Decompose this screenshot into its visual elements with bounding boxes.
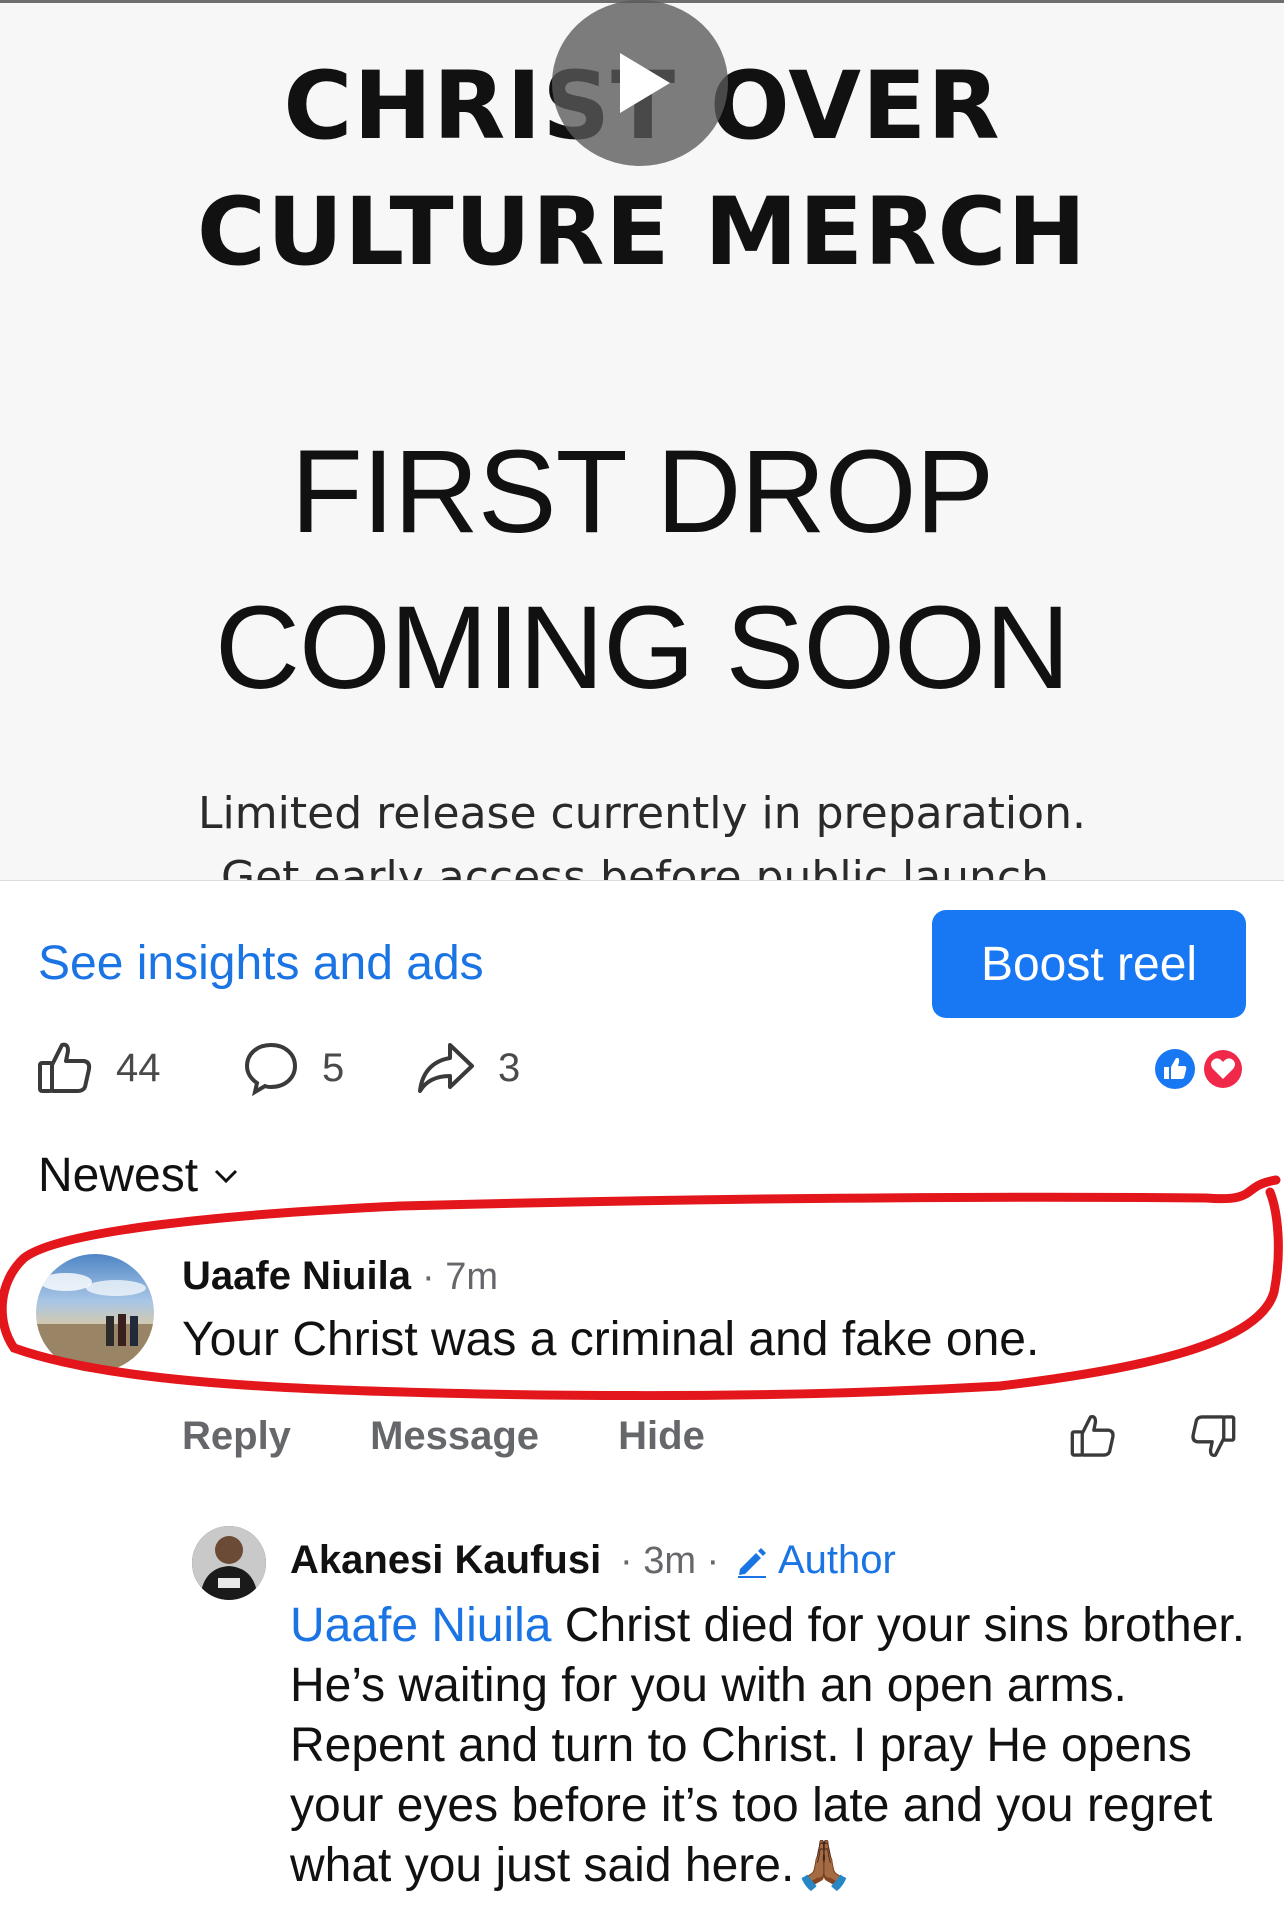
comment-text: Your Christ was a criminal and fake one. <box>182 1313 1040 1366</box>
comment-count: 5 <box>322 1045 345 1090</box>
comment-sort-dropdown[interactable]: Newest <box>38 1148 240 1203</box>
reply-text: Uaafe Niuila Christ died for your sins b… <box>290 1596 1250 1896</box>
subtext-line-1: Limited release currently in preparation… <box>198 788 1086 839</box>
comment-icon <box>244 1042 298 1097</box>
reply-author-avatar[interactable] <box>192 1526 266 1600</box>
headline-line-1: FIRST DROP <box>290 426 994 558</box>
share-button[interactable]: 3 <box>416 1038 520 1098</box>
comment-actions: Reply Message Hide <box>182 1414 773 1459</box>
comment-like-icon[interactable] <box>1068 1412 1118 1460</box>
subtext-line-2: Get early access before public launch. <box>220 852 1063 881</box>
commenter-name[interactable]: Uaafe Niuila <box>182 1254 411 1299</box>
reply-timestamp: · 3m · <box>620 1540 720 1582</box>
merch-brand-line-2: CULTURE MERCH <box>196 178 1088 287</box>
author-badge-label: Author <box>778 1538 896 1582</box>
headline-line-2: COMING SOON <box>214 582 1070 714</box>
share-count: 3 <box>498 1045 521 1090</box>
play-button[interactable] <box>552 0 728 166</box>
author-badge: Author <box>734 1538 896 1583</box>
reel-preview[interactable]: CHRIST OVER CULTURE MERCH FIRST DROP COM… <box>0 0 1284 881</box>
thumbs-up-icon <box>38 1042 92 1093</box>
reply-button[interactable]: Reply <box>182 1414 291 1458</box>
reaction-summary[interactable] <box>1150 1046 1250 1092</box>
comment-button[interactable]: 5 <box>242 1038 344 1098</box>
mention-link[interactable]: Uaafe Niuila <box>290 1599 551 1652</box>
hide-button[interactable]: Hide <box>618 1414 705 1458</box>
boost-reel-button[interactable]: Boost reel <box>932 910 1246 1018</box>
comment-dislike-icon[interactable] <box>1188 1412 1238 1460</box>
heart-reaction-icon <box>1202 1048 1244 1090</box>
sort-label: Newest <box>38 1149 199 1202</box>
message-button[interactable]: Message <box>370 1414 539 1458</box>
like-count: 44 <box>116 1045 161 1090</box>
like-button[interactable]: 44 <box>36 1038 161 1098</box>
comment-timestamp: · 7m <box>422 1256 498 1298</box>
commenter-avatar[interactable] <box>36 1254 154 1372</box>
chevron-down-icon <box>215 1169 238 1183</box>
share-icon <box>418 1043 474 1093</box>
reply-author-name[interactable]: Akanesi Kaufusi <box>290 1538 601 1583</box>
play-icon <box>620 53 670 113</box>
pencil-icon <box>738 1547 766 1578</box>
like-reaction-icon <box>1153 1047 1197 1091</box>
see-insights-link[interactable]: See insights and ads <box>38 936 484 991</box>
